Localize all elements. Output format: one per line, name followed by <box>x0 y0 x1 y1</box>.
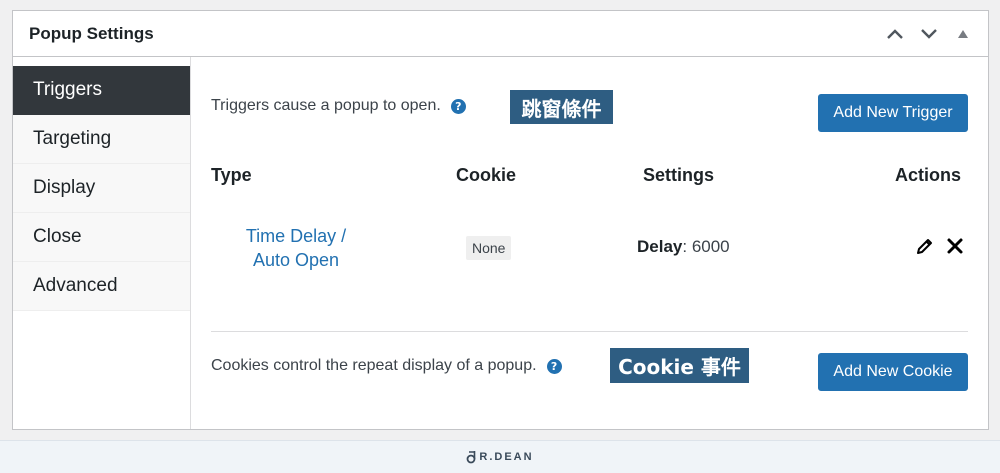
add-new-cookie-button[interactable]: Add New Cookie <box>818 353 968 391</box>
cookies-description: Cookies control the repeat display of a … <box>211 357 562 375</box>
cookies-description-text: Cookies control the repeat display of a … <box>211 357 537 374</box>
cookies-annotation: Cookie 事件 <box>610 348 749 383</box>
column-header-type: Type <box>211 165 252 185</box>
close-icon <box>947 238 963 254</box>
help-icon[interactable]: ? <box>546 358 562 374</box>
triangle-up-icon <box>958 29 968 38</box>
triggers-annotation: 跳窗條件 <box>510 90 613 124</box>
triggers-panel: Triggers cause a popup to open. ? 跳窗條件 A… <box>191 57 988 429</box>
pencil-icon <box>917 239 932 254</box>
chevron-down-icon <box>921 28 937 39</box>
site-logo: R.DEAN <box>466 450 533 464</box>
move-up-button[interactable] <box>880 19 910 49</box>
triggers-description: Triggers cause a popup to open. ? <box>211 97 466 115</box>
edit-trigger-button[interactable] <box>914 235 936 257</box>
footer-bar: R.DEAN <box>0 440 1000 473</box>
trigger-setting-value: : 6000 <box>682 237 730 256</box>
tab-display[interactable]: Display <box>13 164 190 213</box>
handle-actions <box>880 19 978 49</box>
trigger-setting-label: Delay <box>637 237 683 256</box>
tab-close[interactable]: Close <box>13 213 190 262</box>
section-divider <box>211 331 968 332</box>
trigger-cookie-badge: None <box>466 236 512 260</box>
column-header-settings: Settings <box>643 165 715 185</box>
popup-settings-box: Popup Settings Triggers Targeting Displa… <box>12 10 989 430</box>
triggers-description-text: Triggers cause a popup to open. <box>211 97 441 114</box>
postbox-header: Popup Settings <box>13 11 988 57</box>
chevron-up-icon <box>887 28 903 39</box>
trigger-type-link[interactable]: Time Delay / Auto Open <box>226 224 366 272</box>
logo-mark-icon <box>467 451 476 464</box>
help-icon[interactable]: ? <box>450 98 466 114</box>
column-header-cookie: Cookie <box>456 165 517 185</box>
tab-advanced[interactable]: Advanced <box>13 262 190 311</box>
move-down-button[interactable] <box>914 19 944 49</box>
column-header-actions: Actions <box>895 165 962 185</box>
trigger-setting: Delay: 6000 <box>637 237 730 257</box>
toggle-panel-button[interactable] <box>948 19 978 49</box>
tab-triggers[interactable]: Triggers <box>13 66 190 115</box>
postbox-inside: Triggers Targeting Display Close Advance… <box>13 57 988 429</box>
logo-text: R.DEAN <box>479 451 534 463</box>
settings-tabs: Triggers Targeting Display Close Advance… <box>13 57 191 429</box>
postbox-title: Popup Settings <box>29 23 154 43</box>
delete-trigger-button[interactable] <box>944 235 966 257</box>
tab-targeting[interactable]: Targeting <box>13 115 190 164</box>
add-new-trigger-button[interactable]: Add New Trigger <box>818 94 968 132</box>
